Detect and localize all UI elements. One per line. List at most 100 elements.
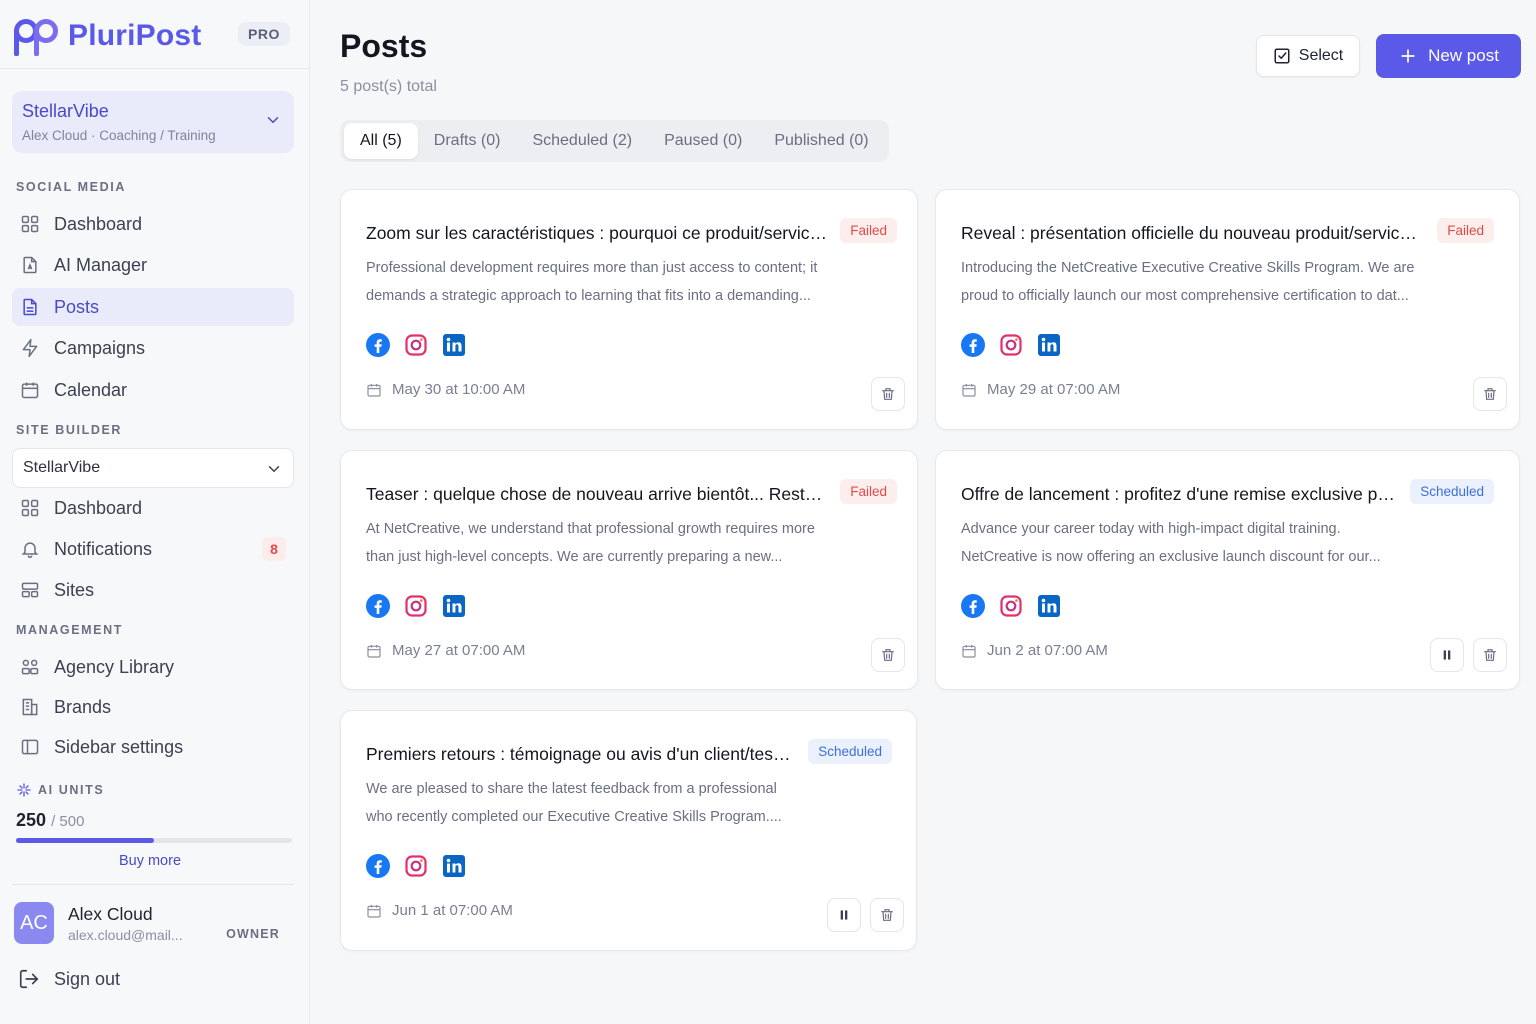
- sparkle-icon: [17, 783, 31, 797]
- divider: [12, 884, 294, 885]
- network-icons: [961, 594, 1075, 618]
- pause-button[interactable]: [1430, 638, 1464, 672]
- post-schedule-date: Jun 1 at 07:00 AM: [366, 902, 513, 919]
- tab-scheduled[interactable]: Scheduled (2): [516, 123, 648, 159]
- post-date-text: May 30 at 10:00 AM: [392, 381, 526, 398]
- select-button[interactable]: Select: [1256, 35, 1360, 77]
- network-icons: [961, 333, 1075, 357]
- calendar-icon: [367, 383, 381, 397]
- sidebar-item-label: Notifications: [54, 538, 153, 559]
- layout-icon: [20, 580, 40, 600]
- section-label-management: MANAGEMENT: [16, 623, 123, 637]
- delete-button[interactable]: [1473, 638, 1507, 672]
- post-date-text: Jun 2 at 07:00 AM: [987, 642, 1108, 659]
- sidebar-item-ai-manager[interactable]: AI Manager: [12, 246, 294, 284]
- sidebar-item-posts[interactable]: Posts: [12, 288, 294, 326]
- sidebar-item-dashboard[interactable]: Dashboard: [12, 205, 294, 243]
- delete-button[interactable]: [871, 638, 905, 672]
- post-card[interactable]: Teaser : quelque chose de nouveau arrive…: [340, 450, 918, 690]
- post-date-text: May 27 at 07:00 AM: [392, 642, 526, 659]
- ai-units-progress: [16, 838, 292, 843]
- tab-published[interactable]: Published (0): [758, 123, 884, 159]
- grid-icon: [20, 214, 40, 234]
- ai-units-progress-fill: [16, 838, 154, 843]
- sidebar-item-agency-library[interactable]: Agency Library: [12, 648, 294, 686]
- sidebar: PluriPost PRO StellarVibe Alex Cloud · C…: [0, 0, 310, 1024]
- post-card[interactable]: Zoom sur les caractéristiques : pourquoi…: [340, 189, 918, 430]
- post-excerpt: Advance your career today with high-impa…: [961, 515, 1381, 571]
- post-card[interactable]: Offre de lancement : profitez d'une remi…: [935, 450, 1520, 690]
- sidebar-item-brands[interactable]: Brands: [12, 688, 294, 726]
- tab-drafts[interactable]: Drafts (0): [418, 123, 517, 159]
- sidebar-item-calendar[interactable]: Calendar: [12, 371, 294, 409]
- post-date-text: May 29 at 07:00 AM: [987, 381, 1121, 398]
- pause-button[interactable]: [827, 898, 861, 932]
- sidebar-item-label: AI Manager: [54, 254, 148, 275]
- post-excerpt-line-2: NetCreative is now offering an exclusive…: [961, 549, 1381, 565]
- post-excerpt-line-2: than just high-level concepts. We are cu…: [366, 549, 783, 565]
- brand-name: PluriPost: [68, 19, 202, 52]
- document-ai-icon: [20, 255, 40, 275]
- site-select[interactable]: StellarVibe: [12, 448, 294, 488]
- post-excerpt-line-2: demands a strategic approach to learning…: [366, 288, 811, 304]
- new-post-button[interactable]: New post: [1376, 34, 1521, 78]
- sign-out-button[interactable]: Sign out: [18, 968, 120, 990]
- post-schedule-date: May 30 at 10:00 AM: [366, 381, 525, 398]
- building-icon: [20, 697, 40, 717]
- post-excerpt-line-1: Advance your career today with high-impa…: [961, 521, 1341, 537]
- post-filter-tabs: All (5) Drafts (0) Scheduled (2) Paused …: [340, 120, 889, 162]
- instagram-icon: [999, 594, 1023, 618]
- user-role: OWNER: [226, 927, 280, 941]
- post-excerpt-line-1: Introducing the NetCreative Executive Cr…: [961, 260, 1415, 276]
- post-excerpt: Introducing the NetCreative Executive Cr…: [961, 254, 1414, 310]
- post-card[interactable]: Reveal : présentation officielle du nouv…: [935, 189, 1520, 430]
- calendar-icon: [962, 644, 976, 658]
- calendar-icon: [367, 904, 381, 918]
- post-excerpt-line-1: We are pleased to share the latest feedb…: [366, 781, 777, 797]
- sidebar-item-label: Sidebar settings: [54, 736, 184, 757]
- tab-paused[interactable]: Paused (0): [648, 123, 758, 159]
- facebook-icon: [366, 333, 390, 357]
- buy-more-link[interactable]: Buy more: [0, 853, 300, 869]
- linkedin-icon: [1037, 333, 1061, 357]
- tab-all[interactable]: All (5): [344, 123, 418, 159]
- sidebar-item-campaigns[interactable]: Campaigns: [12, 329, 294, 367]
- sidebar-item-notifications[interactable]: Notifications 8: [12, 530, 294, 568]
- linkedin-icon: [442, 333, 466, 357]
- instagram-icon: [404, 854, 428, 878]
- post-title: Offre de lancement : profitez d'une remi…: [961, 484, 1398, 504]
- grid-icon: [20, 498, 40, 518]
- trash-icon: [881, 909, 893, 921]
- instagram-icon: [404, 594, 428, 618]
- sidebar-item-label: Calendar: [54, 379, 128, 400]
- user-profile[interactable]: AC Alex Cloud alex.cloud@mail... OWNER: [14, 902, 294, 944]
- sidebar-item-sites[interactable]: Sites: [12, 571, 294, 609]
- trash-icon: [882, 388, 894, 400]
- page-title: Posts: [340, 28, 428, 64]
- delete-button[interactable]: [1473, 377, 1507, 411]
- document-icon: [20, 297, 40, 317]
- post-excerpt: We are pleased to share the latest feedb…: [366, 775, 782, 831]
- user-name: Alex Cloud: [68, 904, 153, 924]
- library-icon: [20, 657, 40, 677]
- network-icons: [366, 854, 480, 878]
- delete-button[interactable]: [871, 377, 905, 411]
- chevron-down-icon: [268, 466, 280, 473]
- sidebar-item-site-dashboard[interactable]: Dashboard: [12, 489, 294, 527]
- workspace-switcher[interactable]: StellarVibe Alex Cloud · Coaching / Trai…: [12, 91, 294, 153]
- section-label-site-builder: SITE BUILDER: [16, 423, 123, 437]
- sidebar-item-sidebar-settings[interactable]: Sidebar settings: [12, 728, 294, 766]
- post-excerpt-line-1: Professional development requires more t…: [366, 260, 818, 276]
- user-email: alex.cloud@mail...: [68, 927, 183, 943]
- bolt-icon: [20, 338, 40, 358]
- post-title: Premiers retours : témoignage ou avis d'…: [366, 744, 791, 764]
- post-card[interactable]: Premiers retours : témoignage ou avis d'…: [340, 710, 917, 951]
- sidebar-item-label: Posts: [54, 296, 100, 317]
- delete-button[interactable]: [870, 898, 904, 932]
- chevron-down-icon: [267, 117, 279, 124]
- status-badge: Scheduled: [1410, 479, 1494, 504]
- facebook-icon: [961, 333, 985, 357]
- brand-logo-link[interactable]: PluriPost: [12, 14, 202, 58]
- sidebar-item-label: Sites: [54, 579, 95, 600]
- calendar-icon: [20, 380, 40, 400]
